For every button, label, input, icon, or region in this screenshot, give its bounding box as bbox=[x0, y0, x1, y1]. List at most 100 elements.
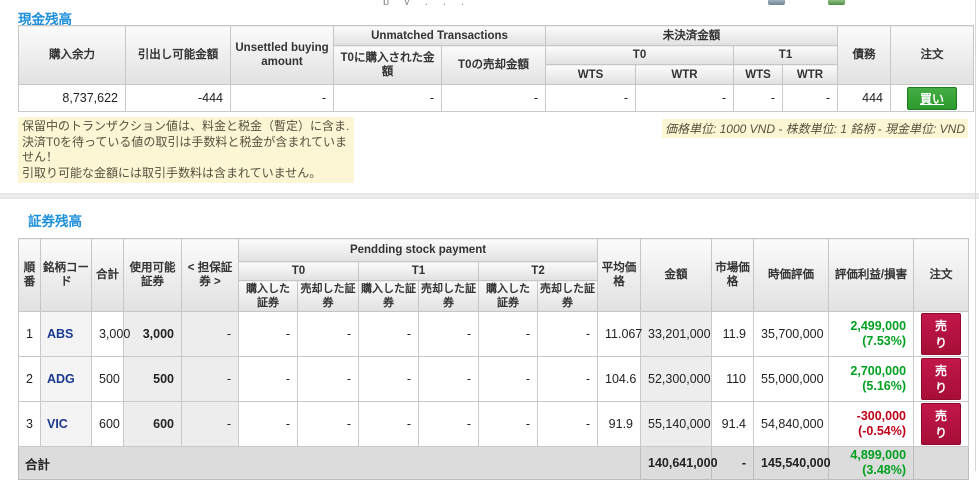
unsettled-buying-value: - bbox=[231, 85, 334, 112]
market-price-value: 110 bbox=[712, 357, 754, 402]
col-header-pending-stock-payment: Pendding stock payment bbox=[239, 239, 598, 262]
col-header-amount: 金額 bbox=[641, 239, 712, 312]
total-value: 500 bbox=[92, 357, 124, 402]
row-no: 2 bbox=[19, 357, 41, 402]
total-value: 3,000 bbox=[92, 312, 124, 357]
market-price-value: 91.4 bbox=[712, 402, 754, 447]
t1-bought-value: - bbox=[359, 312, 419, 357]
col-header-market-price: 市場価格 bbox=[712, 239, 754, 312]
cash-balance-table: 購入余力 引出し可能金額 Unsettled buying amount Unm… bbox=[18, 25, 974, 112]
t1-sold-value: - bbox=[419, 357, 479, 402]
cash-notes-box: 保留中のトランザクション値は、料金と税金（暫定）に含ま. 決済T0を待っている値… bbox=[18, 117, 354, 183]
col-header-unsettled-amount: 未決済金額 bbox=[546, 26, 838, 46]
sell-button[interactable]: 売り bbox=[921, 313, 961, 355]
t2-bought-value: - bbox=[479, 357, 538, 402]
collateral-value: - bbox=[182, 312, 239, 357]
profit-loss-value: -300,000 (-0.54%) bbox=[829, 402, 914, 447]
col-header-order: 注文 bbox=[891, 26, 974, 85]
col-header-unsettled-buying: Unsettled buying amount bbox=[231, 26, 334, 85]
col-header-market-value: 時価評価 bbox=[754, 239, 829, 312]
col-header-t0: T0 bbox=[546, 46, 734, 65]
avg-price-value: 11.067 bbox=[598, 312, 641, 357]
col-header-t0-bought: 購入した証券 bbox=[239, 281, 298, 312]
note-line-2: 決済T0を待っている値の取引は手数料と税金が含まれていません！ bbox=[22, 135, 350, 166]
t1-sold-value: - bbox=[419, 402, 479, 447]
printer-icon[interactable] bbox=[768, 0, 785, 5]
total-label: 合計 bbox=[19, 447, 641, 480]
col-header-avg-price: 平均価格 bbox=[598, 239, 641, 312]
order-cell: 売り bbox=[914, 402, 969, 447]
total-market-value: 145,540,000 bbox=[754, 447, 829, 480]
t0-bought-value: - bbox=[239, 357, 298, 402]
withdrawable-value: -444 bbox=[126, 85, 231, 112]
market-value-value: 55,000,000 bbox=[754, 357, 829, 402]
col-header-t0-wts: WTS bbox=[546, 65, 636, 85]
market-value-value: 35,700,000 bbox=[754, 312, 829, 357]
market-price-value: 11.9 bbox=[712, 312, 754, 357]
page-right-border bbox=[975, 0, 976, 471]
col-header-t0-sold: 売却した証券 bbox=[298, 281, 359, 312]
col-header-t1-wts: WTS bbox=[734, 65, 783, 85]
col-header-t1-bought: 購入した証券 bbox=[359, 281, 419, 312]
securities-balance-table: 順番 銘柄コード 合計 使用可能証券 < 担保証券 > Pendding sto… bbox=[18, 238, 969, 480]
t0-bought-value: - bbox=[239, 312, 298, 357]
col-header-stock-code: 銘柄コード bbox=[41, 239, 92, 312]
col-header-collateral: < 担保証券 > bbox=[182, 239, 239, 312]
col-header-no: 順番 bbox=[19, 239, 41, 312]
col-header-debt: 債務 bbox=[838, 26, 891, 85]
note-line-3: 引取り可能な金額には取引手数料は含まれていません。 bbox=[22, 166, 350, 182]
securities-balance-title: 証券残高 bbox=[28, 210, 82, 230]
t0-sold-value: - bbox=[298, 312, 359, 357]
total-value: 600 bbox=[92, 402, 124, 447]
col-header-t0-sold: T0の売却金額 bbox=[442, 46, 546, 85]
sell-button[interactable]: 売り bbox=[921, 403, 961, 445]
market-value-value: 54,840,000 bbox=[754, 402, 829, 447]
total-order-cell bbox=[914, 447, 969, 480]
t0-wts-value: - bbox=[546, 85, 636, 112]
t0-wtr-value: - bbox=[636, 85, 734, 112]
col-header-total: 合計 bbox=[92, 239, 124, 312]
t2-sold-value: - bbox=[538, 402, 598, 447]
profit-loss-value: 2,700,000 (5.16%) bbox=[829, 357, 914, 402]
col-header-t0-purchased: T0に購入された金額 bbox=[334, 46, 442, 85]
avg-price-value: 104.6 bbox=[598, 357, 641, 402]
col-header-t1-wtr: WTR bbox=[783, 65, 838, 85]
t0-sold-value: - bbox=[442, 85, 546, 112]
collateral-value: - bbox=[182, 402, 239, 447]
t1-bought-value: - bbox=[359, 357, 419, 402]
buying-power-value: 8,737,622 bbox=[19, 85, 126, 112]
t2-bought-value: - bbox=[479, 402, 538, 447]
col-header-t2: T2 bbox=[479, 262, 598, 281]
buy-button[interactable]: 買い bbox=[907, 87, 957, 110]
col-header-buying-power: 購入余力 bbox=[19, 26, 126, 85]
col-header-t2-sold: 売却した証券 bbox=[538, 281, 598, 312]
t1-sold-value: - bbox=[419, 312, 479, 357]
col-header-t1-sold: 売却した証券 bbox=[419, 281, 479, 312]
cash-balance-row: 8,737,622 -444 - - - - - - - 444 買い bbox=[19, 85, 974, 112]
t1-bought-value: - bbox=[359, 402, 419, 447]
col-header-t0: T0 bbox=[239, 262, 359, 281]
clipped-header-text: p y , , , bbox=[383, 0, 603, 5]
stock-code-link[interactable]: VIC bbox=[41, 402, 92, 447]
section-divider bbox=[0, 193, 979, 199]
available-value: 500 bbox=[124, 357, 182, 402]
amount-value: 52,300,000 bbox=[641, 357, 712, 402]
t2-bought-value: - bbox=[479, 312, 538, 357]
amount-value: 55,140,000 bbox=[641, 402, 712, 447]
amount-value: 33,201,000 bbox=[641, 312, 712, 357]
col-header-order: 注文 bbox=[914, 239, 969, 312]
total-row: 合計 140,641,000 - 145,540,000 4,899,000 (… bbox=[19, 447, 969, 480]
order-cell: 買い bbox=[891, 85, 974, 112]
stock-code-link[interactable]: ABS bbox=[41, 312, 92, 357]
col-header-profit-loss: 評価利益/損害 bbox=[829, 239, 914, 312]
units-note: 価格単位: 1000 VND - 株数単位: 1 銘柄 - 現金単位: VND bbox=[662, 119, 968, 138]
sell-button[interactable]: 売り bbox=[921, 358, 961, 400]
avg-price-value: 91.9 bbox=[598, 402, 641, 447]
stock-code-link[interactable]: ADG bbox=[41, 357, 92, 402]
t2-sold-value: - bbox=[538, 312, 598, 357]
t0-sold-value: - bbox=[298, 402, 359, 447]
available-value: 3,000 bbox=[124, 312, 182, 357]
table-row: 1 ABS 3,000 3,000 - - - - - - - 11.067 3… bbox=[19, 312, 969, 357]
excel-export-icon[interactable] bbox=[828, 0, 845, 5]
col-header-t1: T1 bbox=[359, 262, 479, 281]
